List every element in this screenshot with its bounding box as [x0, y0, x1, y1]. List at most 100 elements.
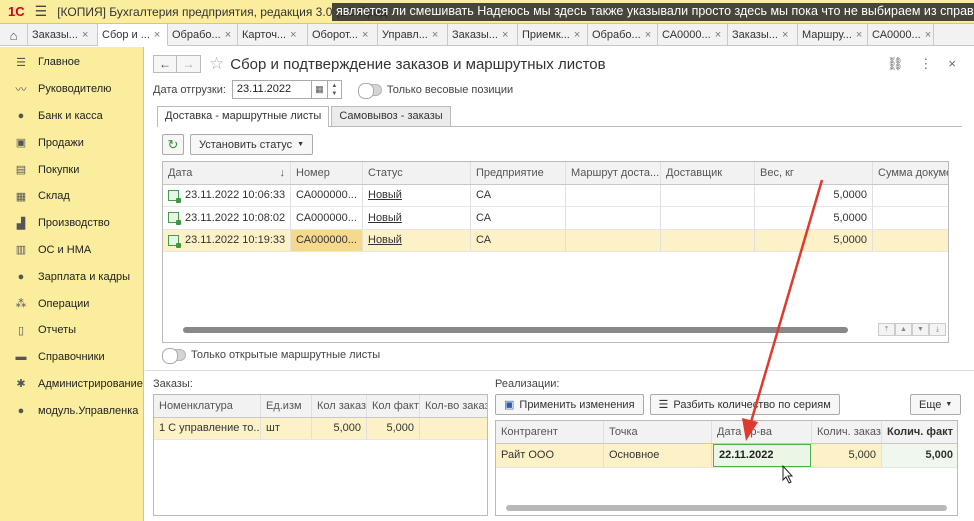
close-icon[interactable]: × [362, 29, 368, 41]
close-icon[interactable]: × [502, 29, 508, 41]
tab-delivery[interactable]: Доставка - маршрутные листы [157, 106, 330, 127]
more-vertical-icon[interactable]: ⋮ [919, 56, 932, 72]
status-link[interactable]: Новый [368, 234, 402, 246]
sidebar-item-director[interactable]: 〰 Руководителю [0, 76, 143, 103]
window-tab[interactable]: Маршру... × [798, 24, 868, 46]
close-icon[interactable]: × [856, 29, 862, 41]
col-route[interactable]: Маршрут доста... [566, 162, 661, 184]
horizontal-scrollbar[interactable] [183, 327, 848, 333]
col-qty2[interactable]: Кол-во заказ [420, 395, 487, 417]
col-qty-fact[interactable]: Кол факт [367, 395, 420, 417]
table-row-selected[interactable]: 23.11.2022 10:19:33 СА000000... Новый СА… [163, 229, 948, 252]
forward-button[interactable]: → [177, 55, 201, 73]
window-tab[interactable]: Обрабо... × [168, 24, 238, 46]
chevron-up-icon[interactable]: ▲ [331, 82, 337, 90]
sidebar-item-catalogs[interactable]: ▬ Справочники [0, 344, 143, 371]
close-icon[interactable]: × [574, 29, 580, 41]
close-icon[interactable]: × [154, 29, 160, 41]
sidebar-item-operations[interactable]: ⁂ Операции [0, 290, 143, 317]
table-row[interactable]: 23.11.2022 10:06:33 СА000000... Новый СА… [163, 184, 948, 207]
apply-changes-button[interactable]: ▣ Применить изменения [495, 394, 644, 415]
table-row[interactable]: 23.11.2022 10:08:02 СА000000... Новый СА… [163, 207, 948, 230]
document-icon [168, 234, 181, 248]
refresh-button[interactable]: ↻ [162, 134, 184, 155]
col-qty-order[interactable]: Колич. заказ [812, 421, 882, 443]
sidebar-item-module[interactable]: ● модуль.Управленка [0, 397, 143, 424]
window-tab[interactable]: СА0000... × [658, 24, 728, 46]
col-point[interactable]: Точка [604, 421, 712, 443]
col-item[interactable]: Номенклатура [154, 395, 261, 417]
close-icon[interactable]: × [290, 29, 296, 41]
close-icon[interactable]: × [225, 29, 231, 41]
col-weight[interactable]: Вес, кг [755, 162, 873, 184]
sidebar-item-sales[interactable]: ▣ Продажи [0, 129, 143, 156]
window-tab[interactable]: Управл... × [378, 24, 448, 46]
status-link[interactable]: Новый [368, 212, 402, 224]
window-tab[interactable]: Карточ... × [238, 24, 308, 46]
window-tab[interactable]: СА0000... × [868, 24, 934, 46]
more-button[interactable]: Еще ▼ [910, 394, 962, 415]
close-icon[interactable]: × [925, 29, 931, 41]
prod-date-field[interactable]: 22.11.2022 [713, 443, 811, 467]
chevron-down-icon: ▼ [297, 141, 305, 148]
col-courier[interactable]: Доставщик [661, 162, 755, 184]
sidebar-item-bank[interactable]: ● Банк и касса [0, 103, 143, 130]
col-company[interactable]: Предприятие [471, 162, 566, 184]
window-tab[interactable]: Заказы... × [448, 24, 518, 46]
hamburger-menu-icon[interactable]: ☰ [35, 3, 48, 20]
close-icon[interactable]: × [948, 56, 956, 72]
col-sum[interactable]: Сумма докуме [873, 162, 948, 184]
date-input[interactable]: 23.11.2022 [231, 80, 312, 99]
close-icon[interactable]: × [645, 29, 651, 41]
window-tab[interactable]: Оборот... × [308, 24, 378, 46]
col-qty-order[interactable]: Кол заказ [312, 395, 367, 417]
sidebar-item-assets[interactable]: ▥ ОС и НМА [0, 237, 143, 264]
col-prod-date[interactable]: Дата пр-ва [712, 421, 812, 443]
horizontal-scrollbar[interactable] [506, 505, 947, 511]
sidebar-item-reports[interactable]: ▯ Отчеты [0, 317, 143, 344]
window-tab[interactable]: Обрабо... × [588, 24, 658, 46]
close-icon[interactable]: × [82, 29, 88, 41]
col-qty-fact[interactable]: Колич. факт [882, 421, 957, 443]
close-icon[interactable]: × [715, 29, 721, 41]
date-stepper[interactable]: ▲ ▼ [327, 80, 342, 99]
star-icon[interactable]: ☆ [209, 54, 224, 74]
col-unit[interactable]: Ед.изм [261, 395, 312, 417]
link-icon[interactable]: ⛓ [887, 56, 904, 72]
sidebar-item-purchases[interactable]: ▤ Покупки [0, 156, 143, 183]
tab-pickup[interactable]: Самовывоз - заказы [331, 106, 451, 126]
window-tab[interactable]: Заказы... × [28, 24, 98, 46]
home-icon[interactable]: ⌂ [0, 24, 28, 46]
sidebar-item-admin[interactable]: ✱ Администрирование [0, 371, 143, 398]
1c-logo: 1С [8, 4, 25, 19]
table-row[interactable]: Райт ООО Основное 22.11.2022 5,000 5,000 [496, 443, 957, 468]
calendar-icon[interactable]: ▦ [311, 80, 328, 99]
col-number[interactable]: Номер [291, 162, 363, 184]
sidebar-item-salary[interactable]: ● Зарплата и кадры [0, 263, 143, 290]
split-by-series-button[interactable]: ☰ Разбить количество по сериям [649, 394, 840, 415]
save-icon: ▣ [504, 399, 515, 411]
close-icon[interactable]: × [432, 29, 438, 41]
col-status[interactable]: Статус [363, 162, 471, 184]
close-icon[interactable]: × [782, 29, 788, 41]
window-tab[interactable]: Приемк... × [518, 24, 588, 46]
status-link[interactable]: Новый [368, 189, 402, 201]
col-counterparty[interactable]: Контрагент [496, 421, 604, 443]
window-tab[interactable]: Заказы... × [728, 24, 798, 46]
first-page-icon[interactable]: ⤒ [878, 323, 895, 336]
open-routes-label: Только открытые маршрутные листы [191, 349, 381, 361]
col-date[interactable]: Дата ↓ [163, 162, 291, 184]
table-row[interactable]: 1 С управление то... шт 5,000 5,000 [154, 417, 487, 440]
next-page-icon[interactable]: ▼ [912, 323, 929, 336]
back-button[interactable]: ← [153, 55, 177, 73]
sidebar-item-production[interactable]: ▟ Производство [0, 210, 143, 237]
last-page-icon[interactable]: ⤓ [929, 323, 946, 336]
sidebar-item-main[interactable]: ☰ Главное [0, 49, 143, 76]
open-routes-toggle[interactable] [162, 348, 186, 364]
prev-page-icon[interactable]: ▲ [895, 323, 912, 336]
chevron-down-icon[interactable]: ▼ [331, 90, 337, 98]
set-status-button[interactable]: Установить статус ▼ [190, 134, 314, 155]
sidebar-item-warehouse[interactable]: ▦ Склад [0, 183, 143, 210]
weight-only-toggle[interactable] [357, 82, 382, 99]
window-tab-active[interactable]: Сбор и ... × [98, 24, 168, 46]
